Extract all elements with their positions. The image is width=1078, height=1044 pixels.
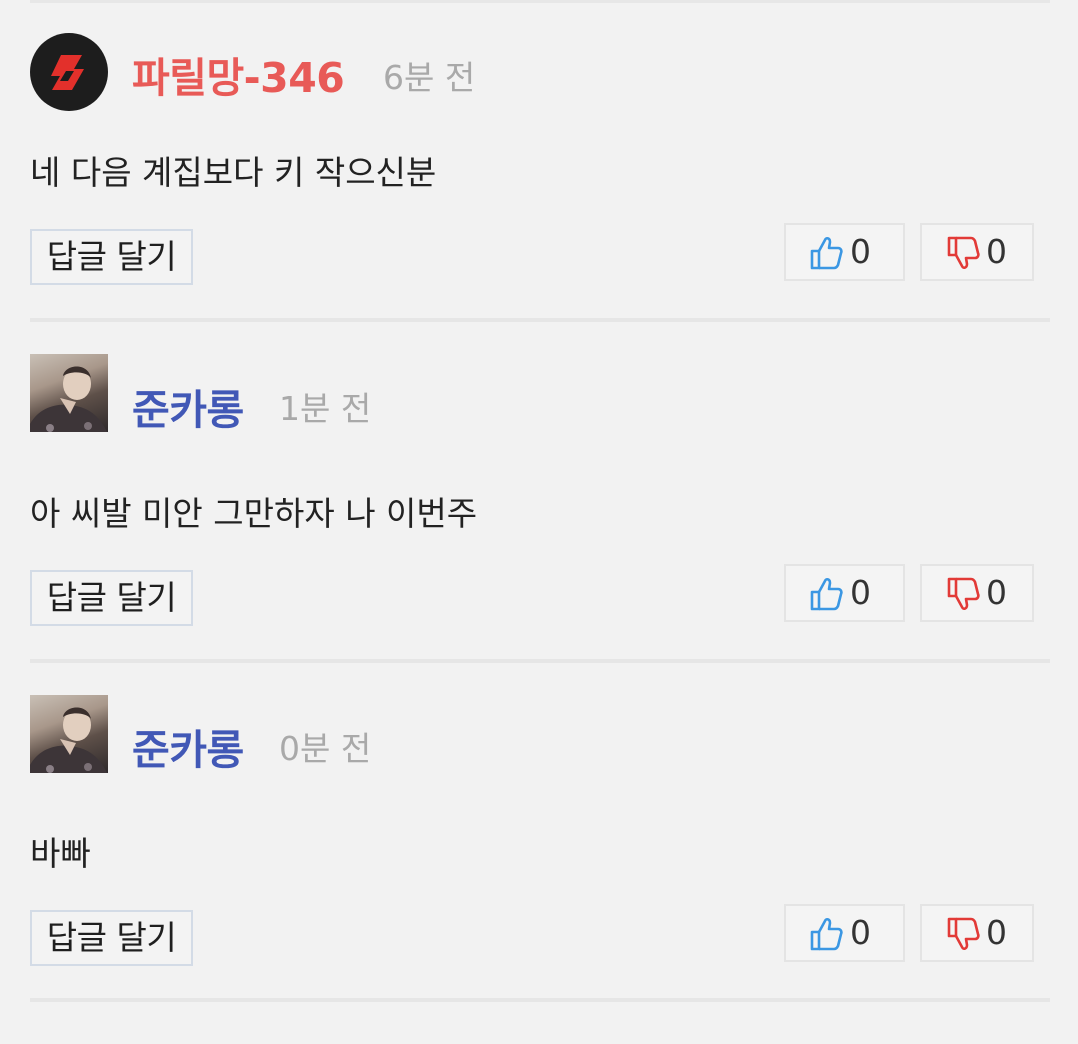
thumbs-up-icon [810, 917, 843, 951]
dislike-button[interactable]: 0 [920, 564, 1034, 622]
comment-list: 파릴망-346 6분 전 네 다음 계집보다 키 작으신분 답글 달기 0 0 [0, 0, 1078, 1044]
dislike-button[interactable]: 0 [920, 904, 1034, 962]
thumbs-down-icon [947, 917, 980, 951]
avatar[interactable] [30, 33, 108, 111]
comment-text: 네 다음 계집보다 키 작으신분 [30, 153, 437, 192]
like-count: 0 [850, 573, 871, 612]
dislike-count: 0 [986, 232, 1007, 271]
comment-text: 바빠 [30, 834, 91, 873]
avatar[interactable] [30, 695, 108, 773]
comment-author[interactable]: 준카롱 [132, 376, 244, 436]
like-button[interactable]: 0 [784, 223, 905, 281]
thumbs-up-icon [810, 236, 843, 270]
divider [30, 0, 1050, 3]
comment-author[interactable]: 파릴망-346 [132, 44, 345, 104]
like-count: 0 [850, 913, 871, 952]
divider [30, 318, 1050, 322]
dislike-button[interactable]: 0 [920, 223, 1034, 281]
reply-button[interactable]: 답글 달기 [30, 229, 193, 285]
thumbs-up-icon [810, 577, 843, 611]
user-photo [30, 366, 108, 432]
comment-time: 1분 전 [279, 389, 372, 428]
thumbs-down-icon [947, 236, 980, 270]
comment-time: 0분 전 [279, 729, 372, 768]
comment-time: 6분 전 [383, 58, 476, 97]
thumbs-down-icon [947, 577, 980, 611]
like-count: 0 [850, 232, 871, 271]
reply-button[interactable]: 답글 달기 [30, 570, 193, 626]
comment-author[interactable]: 준카롱 [132, 716, 244, 776]
like-button[interactable]: 0 [784, 564, 905, 622]
dislike-count: 0 [986, 573, 1007, 612]
divider [30, 659, 1050, 663]
reply-button[interactable]: 답글 달기 [30, 910, 193, 966]
user-photo [30, 707, 108, 773]
like-button[interactable]: 0 [784, 904, 905, 962]
divider [30, 998, 1050, 1002]
comment-text: 아 씨발 미안 그만하자 나 이번주 [30, 494, 478, 533]
dislike-count: 0 [986, 913, 1007, 952]
avatar[interactable] [30, 354, 108, 432]
brand-logo-icon [51, 55, 84, 90]
